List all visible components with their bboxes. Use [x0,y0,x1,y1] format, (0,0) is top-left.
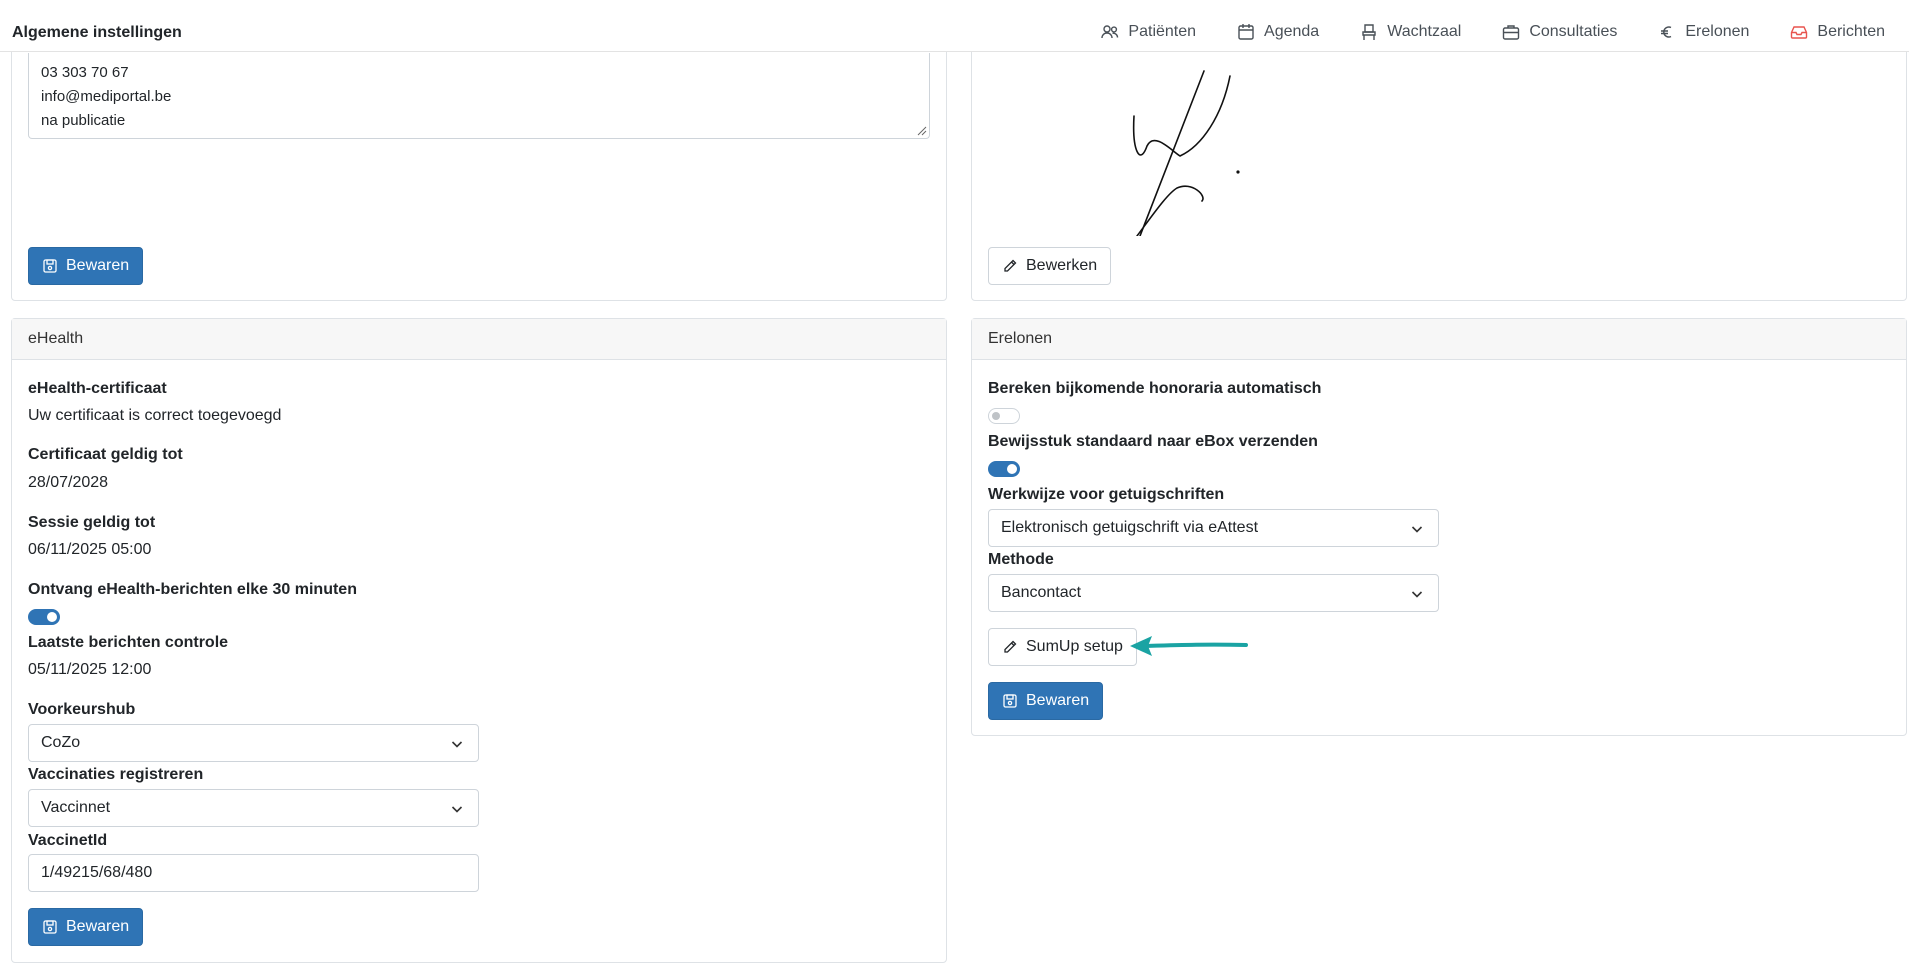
nav-label-consultaties: Consultaties [1529,23,1618,40]
last-check-label: Laatste berichten controle [28,634,229,651]
vaccinetid-label: VaccinetId [28,832,108,849]
erelonen-save-button[interactable]: Bewaren [988,682,1104,720]
certificates-method-select[interactable]: Elektronisch getuigschrift via eAttest [988,509,1439,547]
hub-label: Voorkeurshub [28,701,136,718]
calendar-icon [1238,24,1254,40]
erelonen-save-label: Bewaren [1026,692,1090,709]
floppy-disk-icon [1003,694,1017,708]
chevron-down-icon [451,806,463,813]
payment-method-value: Bancontact [1001,584,1082,601]
nav-label-patienten: Patiënten [1128,23,1197,40]
contact-textarea[interactable]: 03 303 70 67 info@mediportal.be na publi… [28,53,930,139]
certificates-method-value: Elektronisch getuigschrift via eAttest [1001,519,1259,536]
signature-image [1132,70,1240,236]
last-check-value: 05/11/2025 12:00 [28,661,152,678]
pencil-icon [1004,640,1017,653]
ehealth-card: eHealth eHealth-certificaat Uw certifica… [11,318,947,963]
resize-grip-icon[interactable] [913,122,927,136]
nav-item-agenda[interactable]: Agenda [1236,22,1319,42]
vaccinetid-input[interactable]: 1/49215/68/480 [28,854,479,892]
vaccination-select[interactable]: Vaccinnet [28,789,479,827]
ebox-label: Bewijsstuk standaard naar eBox verzenden [988,433,1318,450]
briefcase-icon [1503,25,1520,40]
contact-line-phone: 03 303 70 67 [41,64,129,81]
top-bar: Algemene instellingen Patiënten Agenda W… [0,0,1909,52]
nav-item-wachtzaal[interactable]: Wachtzaal [1359,22,1461,42]
pencil-icon [1004,259,1017,272]
signature-edit-button[interactable]: Bewerken [988,247,1112,285]
erelonen-card: Erelonen Bereken bijkomende honoraria au… [971,318,1907,736]
session-valid-value: 06/11/2025 05:00 [28,541,152,558]
page-title: Algemene instellingen [12,24,182,41]
chevron-down-icon [451,741,463,748]
contact-line-email: info@mediportal.be [41,88,172,105]
contact-save-button[interactable]: Bewaren [28,247,144,285]
nav-item-patienten[interactable]: Patiënten [1100,22,1196,42]
contact-save-label: Bewaren [66,257,130,274]
ehealth-save-label: Bewaren [66,918,130,935]
nav-label-agenda: Agenda [1264,23,1320,40]
chair-icon [1362,24,1376,40]
auto-fee-toggle[interactable] [988,408,1020,424]
ehealth-save-button[interactable]: Bewaren [28,908,144,946]
auto-fee-label: Bereken bijkomende honoraria automatisch [988,380,1322,397]
ebox-toggle[interactable] [988,461,1020,477]
floppy-disk-icon [43,259,57,273]
hub-select-value: CoZo [41,734,81,751]
contact-line-note: na publicatie [41,112,126,129]
vaccination-label: Vaccinaties registreren [28,766,204,783]
sumup-setup-button[interactable]: SumUp setup [988,628,1137,666]
erelonen-header: Erelonen [972,319,1906,360]
nav-label-wachtzaal: Wachtzaal [1387,23,1462,40]
chevron-down-icon [1411,591,1423,598]
hub-select[interactable]: CoZo [28,724,479,762]
signature-edit-label: Bewerken [1026,257,1098,274]
signature-card: Bewerken [971,20,1907,301]
nav-item-erelonen[interactable]: Erelonen [1657,22,1749,42]
receive-messages-label: Ontvang eHealth-berichten elke 30 minute… [28,581,357,598]
nav-label-erelonen: Erelonen [1685,23,1750,40]
main-nav: Patiënten Agenda Wachtzaal Consultaties … [1100,22,1885,42]
ehealth-certificate-value: Uw certificaat is correct toegevoegd [28,407,282,424]
sumup-setup-label: SumUp setup [1026,638,1123,655]
chevron-down-icon [1411,526,1423,533]
annotation-arrow-icon [1130,636,1248,656]
receive-messages-toggle[interactable] [28,609,60,625]
nav-item-berichten[interactable]: Berichten [1789,22,1885,42]
euro-icon [1661,26,1672,38]
vaccinetid-value: 1/49215/68/480 [41,864,153,881]
cert-valid-label: Certificaat geldig tot [28,446,183,463]
nav-label-berichten: Berichten [1817,23,1885,40]
ehealth-certificate-label: eHealth-certificaat [28,380,167,397]
cert-valid-value: 28/07/2028 [28,474,109,491]
users-icon [1101,25,1119,39]
nav-item-consultaties[interactable]: Consultaties [1501,22,1617,42]
payment-method-select[interactable]: Bancontact [988,574,1439,612]
floppy-disk-icon [43,920,57,934]
inbox-icon [1791,26,1808,39]
payment-method-label: Methode [988,551,1054,568]
session-valid-label: Sessie geldig tot [28,514,156,531]
certificates-method-label: Werkwijze voor getuigschriften [988,486,1225,503]
vaccination-select-value: Vaccinnet [41,799,111,816]
ehealth-header: eHealth [12,319,946,360]
contact-card: 03 303 70 67 info@mediportal.be na publi… [11,20,947,301]
